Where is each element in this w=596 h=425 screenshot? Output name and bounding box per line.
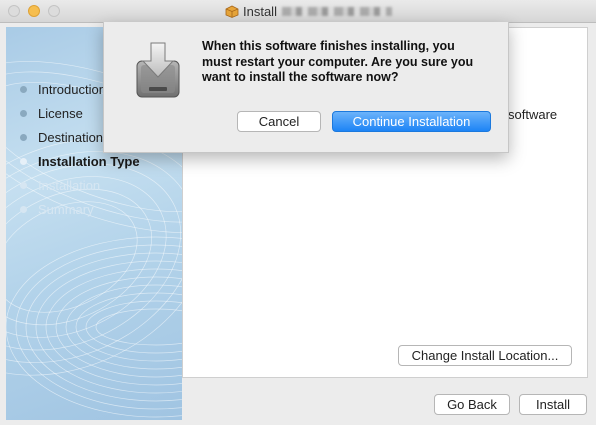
step-status-dot (20, 110, 27, 117)
sidebar-step-label: Installation (38, 178, 101, 193)
redacted-package-name (281, 6, 392, 16)
dialog-message: When this software finishes installing, … (202, 39, 474, 84)
sidebar-step-label: Introduction (38, 82, 106, 97)
title-bar[interactable]: Install (0, 0, 596, 23)
sidebar-step-introduction: Introduction (20, 82, 106, 97)
sidebar-step-label: Installation Type (38, 154, 140, 169)
zoom-window-button[interactable] (48, 5, 60, 17)
package-icon (225, 5, 239, 18)
sidebar-step-installation: Installation (20, 178, 100, 193)
sidebar-step-label: License (38, 106, 83, 121)
minimize-window-button[interactable] (28, 5, 40, 17)
change-install-location-button[interactable]: Change Install Location... (398, 345, 572, 366)
install-button[interactable]: Install (519, 394, 587, 415)
step-status-dot (20, 158, 27, 165)
step-status-dot (20, 86, 27, 93)
window-title-text: Install (243, 3, 277, 19)
step-status-dot (20, 182, 27, 189)
window-title: Install (225, 3, 392, 19)
step-status-dot (20, 134, 27, 141)
cancel-button[interactable]: Cancel (237, 111, 321, 132)
installer-window: Install Introduction License Destination… (0, 0, 596, 425)
step-status-dot (20, 206, 27, 213)
continue-installation-button[interactable]: Continue Installation (332, 111, 491, 132)
go-back-button[interactable]: Go Back (434, 394, 510, 415)
sidebar-step-installation-type: Installation Type (20, 154, 140, 169)
sidebar-step-license: License (20, 106, 83, 121)
restart-confirmation-dialog: When this software finishes installing, … (103, 22, 509, 153)
package-installer-icon (136, 42, 180, 98)
close-window-button[interactable] (8, 5, 20, 17)
panel-body-text: software (508, 107, 558, 122)
sidebar-step-label: Summary (38, 202, 94, 217)
sidebar-step-summary: Summary (20, 202, 94, 217)
